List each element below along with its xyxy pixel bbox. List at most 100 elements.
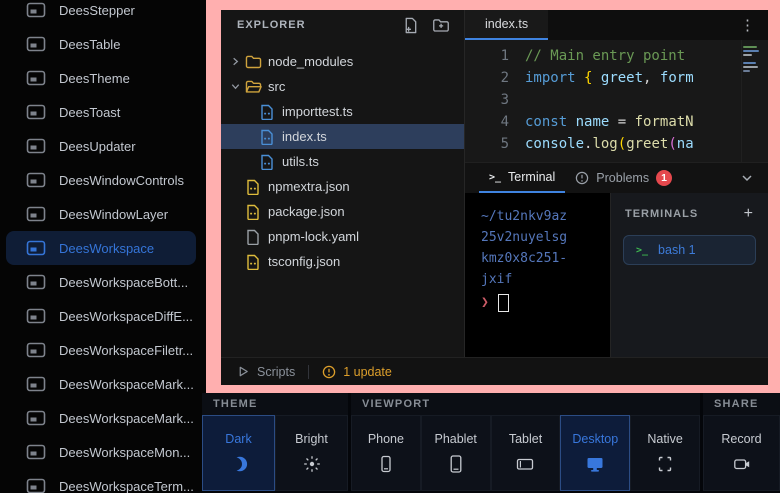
folder-icon <box>244 79 262 94</box>
tree-item-label: index.ts <box>282 129 327 144</box>
tablet-button[interactable]: Tablet <box>491 415 561 491</box>
terminal-sessions: >_bash 1 <box>611 231 768 269</box>
terminal-prompt-line: ❯ <box>481 292 604 313</box>
tree-item[interactable]: tsconfig.json <box>221 249 464 274</box>
sidebar-item[interactable]: DeesToast <box>6 95 196 129</box>
panel-body: ~/tu2nkv9az25v2nuyelsgkmz0x8c251-jxif ❯ … <box>465 193 768 357</box>
problems-tab-label: Problems <box>596 171 649 185</box>
button-label: Dark <box>225 432 251 446</box>
tree-item[interactable]: src <box>221 74 464 99</box>
code-editor[interactable]: 1// Main entry point2import { greet, for… <box>465 40 768 162</box>
terminal-tab-label: Terminal <box>508 170 555 184</box>
sidebar-item-label: DeesWorkspaceDiffE... <box>59 309 193 324</box>
sidebar-item-label: DeesTable <box>59 37 120 52</box>
component-icon <box>26 443 46 461</box>
terminals-title: TERMINALS <box>625 208 698 220</box>
sidebar-item-label: DeesWindowLayer <box>59 207 168 222</box>
panel-collapse-icon[interactable] <box>740 163 754 193</box>
editor-overflow-icon[interactable]: ⋮ <box>727 10 768 40</box>
native-button[interactable]: Native <box>630 415 700 491</box>
tree-item[interactable]: importtest.ts <box>221 99 464 124</box>
line-number: 2 <box>465 67 525 89</box>
update-icon <box>322 365 336 379</box>
line-number: 5 <box>465 133 525 155</box>
tab-problems[interactable]: Problems 1 <box>565 163 682 193</box>
record-button[interactable]: Record <box>703 415 780 491</box>
tab-index-ts[interactable]: index.ts <box>465 10 548 40</box>
tree-item[interactable]: node_modules <box>221 49 464 74</box>
tree-item-label: src <box>268 79 285 94</box>
minimap[interactable] <box>741 40 768 162</box>
file-tree: node_modulessrc importtest.ts index.ts util… <box>221 40 464 274</box>
json-file-icon <box>244 179 262 195</box>
terminal-text: ~/tu2nkv9az25v2nuyelsgkmz0x8c251-jxif <box>481 206 604 290</box>
tree-item[interactable]: utils.ts <box>221 149 464 174</box>
terminal-line: ~/tu2nkv9az <box>481 206 604 227</box>
editor-tabbar: index.ts ⋮ <box>465 10 768 40</box>
toolbar-section: SHARERecord <box>703 393 780 493</box>
sidebar-item[interactable]: DeesWindowLayer <box>6 197 196 231</box>
update-button[interactable]: 1 update <box>322 365 392 379</box>
sidebar-item[interactable]: DeesWindowControls <box>6 163 196 197</box>
component-icon <box>26 409 46 427</box>
component-icon <box>26 239 46 257</box>
sidebar-item[interactable]: DeesWorkspaceMark... <box>6 401 196 435</box>
bright-button[interactable]: Bright <box>275 415 348 491</box>
tree-item[interactable]: index.ts <box>221 124 464 149</box>
button-label: Bright <box>295 432 328 446</box>
tree-item-label: node_modules <box>268 54 353 69</box>
tree-item[interactable]: package.json <box>221 199 464 224</box>
tab-terminal[interactable]: >_ Terminal <box>479 163 565 193</box>
terminal-line: kmz0x8c251- <box>481 248 604 269</box>
workspace-main: EXPLORER node_modulessrcimporttest.tsind… <box>221 10 768 357</box>
sidebar-item[interactable]: DeesTable <box>6 27 196 61</box>
sidebar-item[interactable]: DeesWorkspace <box>6 231 196 265</box>
tree-item[interactable]: npmextra.json <box>221 174 464 199</box>
code-line: 3 <box>465 89 741 111</box>
phone-button[interactable]: Phone <box>351 415 421 491</box>
sidebar-item[interactable]: DeesWorkspaceTerm... <box>6 469 196 493</box>
scripts-button[interactable]: Scripts <box>237 365 295 379</box>
terminal-line: jxif <box>481 269 604 290</box>
sidebar-item[interactable]: DeesWorkspaceDiffE... <box>6 299 196 333</box>
code-lines: 1// Main entry point2import { greet, for… <box>465 40 741 162</box>
terminal-output[interactable]: ~/tu2nkv9az25v2nuyelsgkmz0x8c251-jxif ❯ <box>465 193 610 357</box>
typescript-file-icon <box>258 154 276 170</box>
typescript-file-icon <box>258 129 276 145</box>
terminal-session-item[interactable]: >_bash 1 <box>623 235 756 265</box>
tree-item-label: package.json <box>268 204 345 219</box>
statusbar-divider <box>308 365 309 379</box>
sidebar-item[interactable]: DeesWorkspaceFiletr... <box>6 333 196 367</box>
app: DeesStepperDeesTableDeesThemeDeesToastDe… <box>0 0 780 493</box>
native-icon <box>655 454 675 474</box>
sidebar-item[interactable]: DeesWorkspaceMark... <box>6 367 196 401</box>
tree-item[interactable]: pnpm-lock.yaml <box>221 224 464 249</box>
sidebar-item[interactable]: DeesStepper <box>6 0 196 27</box>
phablet-icon <box>446 454 466 474</box>
sidebar-item[interactable]: DeesWorkspaceMon... <box>6 435 196 469</box>
sidebar-item[interactable]: DeesUpdater <box>6 129 196 163</box>
new-file-icon[interactable] <box>402 17 419 34</box>
editor-column: index.ts ⋮ 1// Main entry point2import {… <box>465 10 768 357</box>
dark-button[interactable]: Dark <box>202 415 275 491</box>
new-folder-icon[interactable] <box>432 17 450 33</box>
sidebar-item[interactable]: DeesWorkspaceBott... <box>6 265 196 299</box>
component-icon <box>26 205 46 223</box>
chevron-right-icon <box>227 56 244 67</box>
sidebar-item-label: DeesStepper <box>59 3 135 18</box>
component-list: DeesStepperDeesTableDeesThemeDeesToastDe… <box>0 0 202 493</box>
toolbar-section: VIEWPORTPhonePhabletTabletDesktopNative <box>351 393 700 493</box>
button-label: Tablet <box>509 432 542 446</box>
code-line: 4const name = formatN <box>465 111 741 133</box>
tree-item-label: importtest.ts <box>282 104 353 119</box>
component-icon <box>26 103 46 121</box>
phablet-button[interactable]: Phablet <box>421 415 491 491</box>
component-icon <box>26 477 46 493</box>
sidebar-item[interactable]: DeesTheme <box>6 61 196 95</box>
code-line: 5console.log(greet(na <box>465 133 741 155</box>
component-icon <box>26 341 46 359</box>
button-label: Record <box>721 432 761 446</box>
desktop-button[interactable]: Desktop <box>560 415 630 491</box>
add-terminal-button[interactable]: + <box>744 206 754 222</box>
sidebar-item-label: DeesTheme <box>59 71 130 86</box>
